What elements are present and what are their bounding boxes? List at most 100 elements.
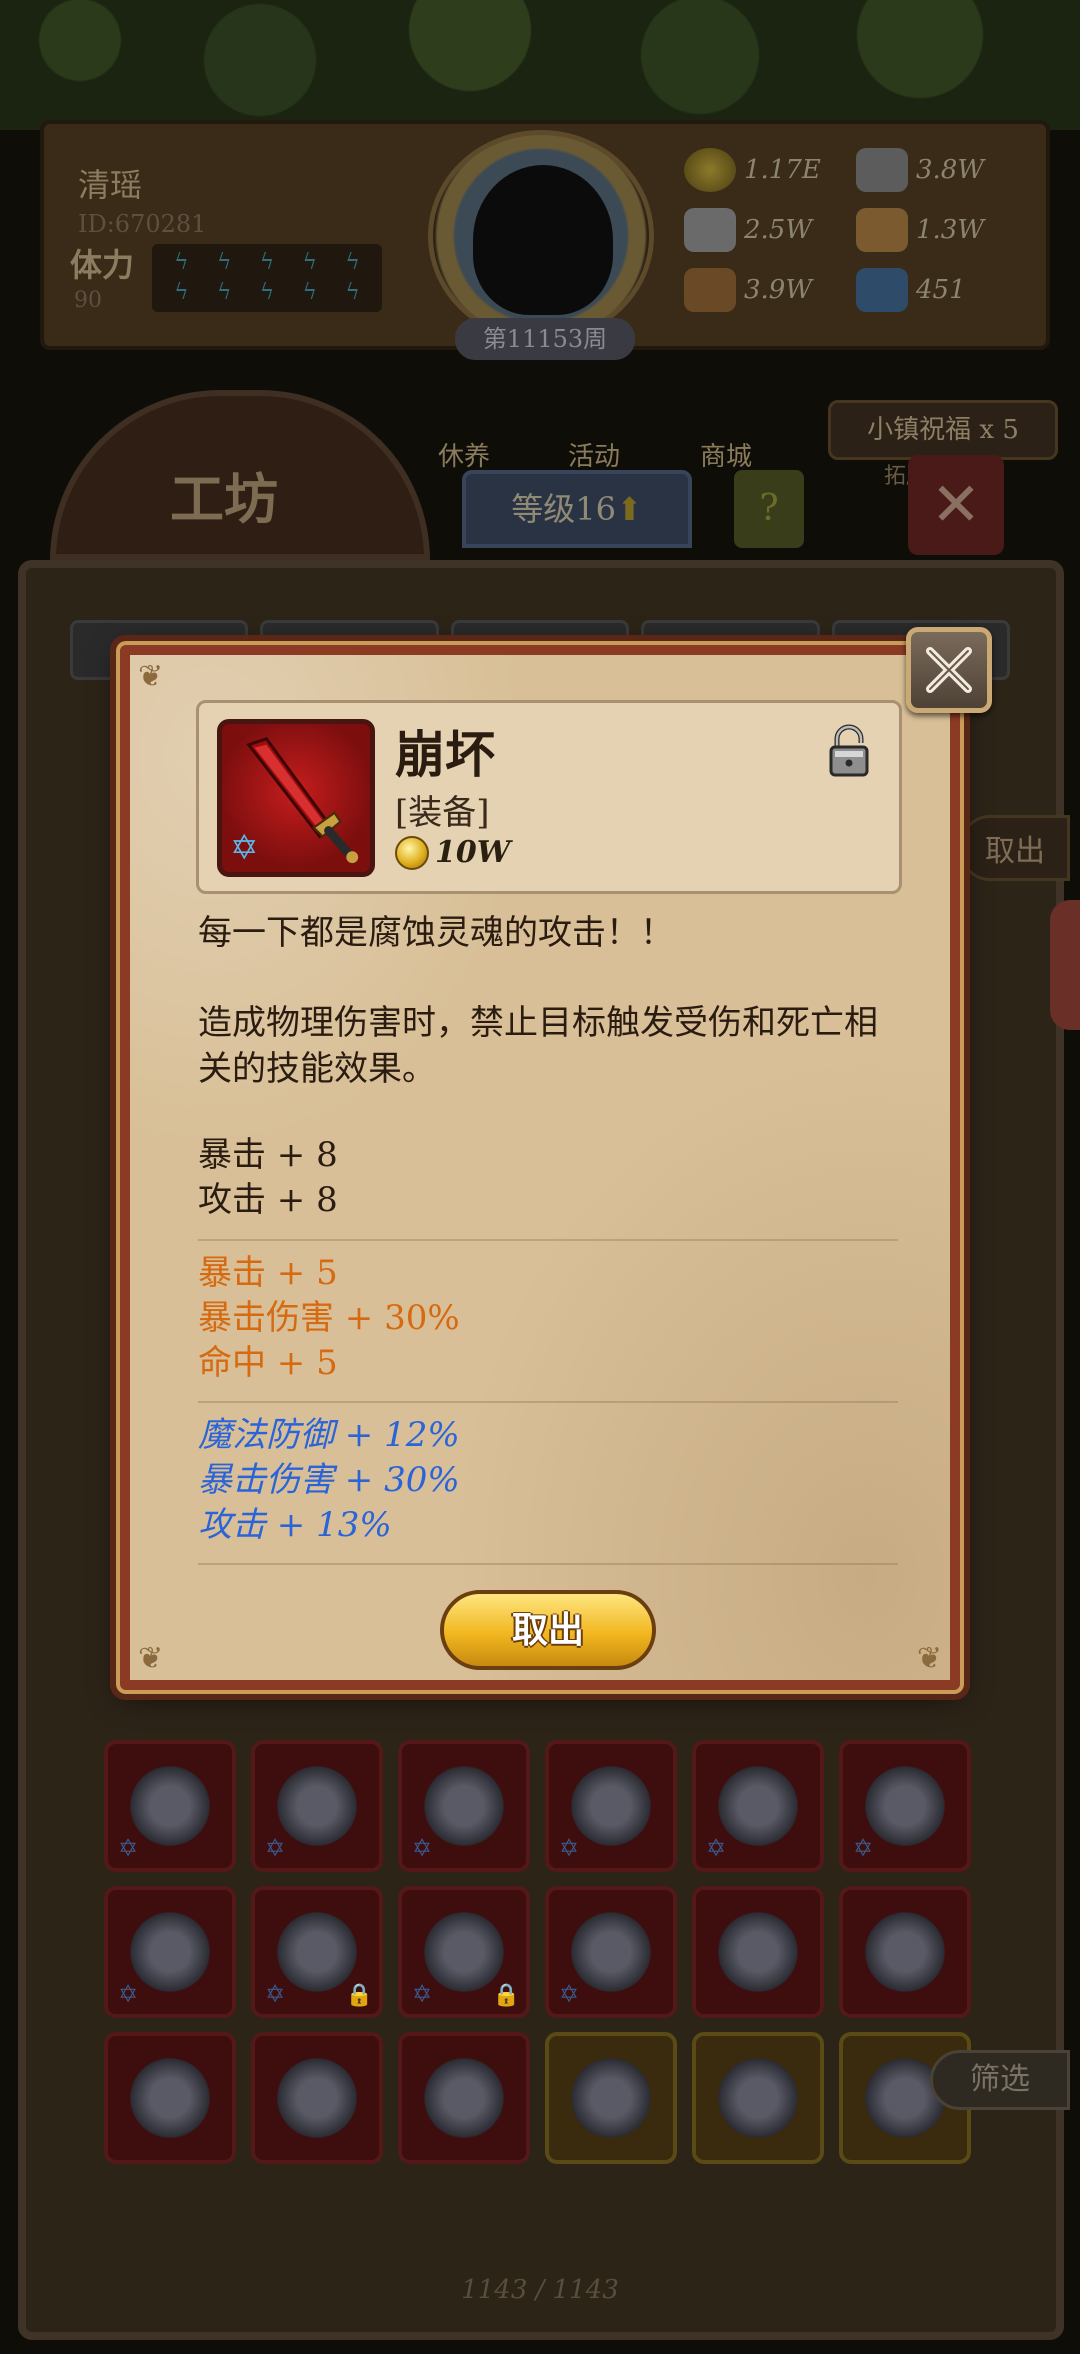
resource-value: 3.9W xyxy=(744,275,813,305)
town-blessing[interactable]: 小镇祝福 x 5 xyxy=(828,400,1058,460)
star-icon: ✡ xyxy=(265,1834,286,1862)
item-flavor-text: 每一下都是腐蚀灵魂的攻击！！ xyxy=(198,913,674,953)
player-name: 清瑶 xyxy=(78,166,143,204)
resource-value: 1.3W xyxy=(916,215,985,245)
star-icon: ✡ xyxy=(118,1980,139,2008)
nav-shop[interactable]: 商城 xyxy=(700,436,752,473)
resource-iron[interactable]: 3.8W xyxy=(856,148,984,192)
inventory-slot[interactable] xyxy=(692,2032,824,2164)
inventory-slot[interactable] xyxy=(692,1886,824,2018)
lock-icon: 🔒 xyxy=(492,1983,520,2008)
inventory-grid: ✡ ✡ ✡ ✡ ✡ ✡ ✡ ✡ 🔒 ✡ 🔒 ✡ xyxy=(104,1740,984,2164)
item-name: 崩坏 xyxy=(395,725,495,784)
stat-line-magic: 攻击 + 13% xyxy=(198,1505,392,1545)
player-id: ID:670281 xyxy=(78,210,207,238)
stat-line-bonus: 暴击 + 5 xyxy=(198,1253,338,1293)
arrow-up-icon: ⬆ xyxy=(615,490,643,528)
inventory-slot[interactable]: ✡ xyxy=(398,1740,530,1872)
inventory-slot[interactable] xyxy=(104,2032,236,2164)
inventory-slot[interactable] xyxy=(251,2032,383,2164)
stat-line-magic: 魔法防御 + 12% xyxy=(198,1415,460,1455)
take-out-button[interactable]: 取出 xyxy=(440,1590,656,1670)
corner-ornament: ❦ xyxy=(138,1641,164,1676)
avatar-silhouette xyxy=(473,165,613,315)
star-icon: ✡ xyxy=(230,828,259,868)
level-tab[interactable]: 等级16⬆ xyxy=(462,470,692,548)
inventory-slot[interactable]: ✡ 🔒 xyxy=(251,1886,383,2018)
week-badge: 第11153周 xyxy=(455,318,635,360)
lightning-icon: ϟ xyxy=(216,280,232,305)
resource-stone[interactable]: 2.5W xyxy=(684,208,812,252)
divider xyxy=(198,1239,898,1241)
inventory-slot[interactable] xyxy=(545,2032,677,2164)
inventory-slot[interactable]: ✡ 🔒 xyxy=(398,1886,530,2018)
inventory-slot[interactable]: ✡ xyxy=(692,1740,824,1872)
divider xyxy=(198,1401,898,1403)
stat-line: 暴击 + 8 xyxy=(198,1135,338,1175)
lightning-icon: ϟ xyxy=(345,280,360,305)
star-icon: ✡ xyxy=(412,1834,433,1862)
star-icon: ✡ xyxy=(559,1980,580,2008)
modal-close-button[interactable] xyxy=(906,627,992,713)
resource-gold[interactable]: 1.17E xyxy=(684,148,821,192)
star-icon: ✡ xyxy=(853,1834,874,1862)
resource-crystal[interactable]: 451 xyxy=(856,268,966,312)
resource-value: 451 xyxy=(916,275,966,305)
help-button[interactable]: ? xyxy=(734,470,804,548)
boots-icon xyxy=(565,2052,657,2144)
filter-button[interactable]: 筛选 xyxy=(930,2050,1070,2110)
stone-icon xyxy=(684,208,736,252)
inventory-slot[interactable]: ✡ xyxy=(251,1740,383,1872)
inventory-slot[interactable]: ✡ xyxy=(545,1886,677,2018)
stamina-value: 90 xyxy=(74,288,102,313)
resource-value: 2.5W xyxy=(744,215,813,245)
star-icon: ✡ xyxy=(412,1980,433,2008)
lightning-icon: ϟ xyxy=(174,250,189,275)
crossed-swords-icon xyxy=(926,647,972,693)
lightning-icon: ϟ xyxy=(216,250,232,275)
star-icon: ✡ xyxy=(265,1980,286,2008)
item-price: 10W xyxy=(395,835,510,870)
side-pill[interactable] xyxy=(1050,900,1080,1030)
blessing-label: 小镇祝福 x 5 xyxy=(867,415,1019,445)
stamina-bar: ϟ ϟ ϟ ϟ ϟ ϟ ϟ ϟ ϟ ϟ xyxy=(152,244,382,312)
inventory-slot[interactable]: ✡ xyxy=(545,1740,677,1872)
golden-gauntlet-icon xyxy=(418,2052,510,2144)
avatar[interactable] xyxy=(428,130,654,342)
stamina-label: 体力 xyxy=(70,246,135,284)
star-icon: ✡ xyxy=(706,1834,727,1862)
item-type: [装备] xyxy=(395,793,490,833)
resource-value: 1.17E xyxy=(744,155,821,185)
item-effect-text: 造成物理伤害时，禁止目标触发受伤和死亡相关的技能效果。 xyxy=(198,1003,878,1089)
inventory-slot[interactable] xyxy=(398,2032,530,2164)
resource-wood[interactable]: 3.9W xyxy=(684,268,812,312)
corner-ornament: ❦ xyxy=(916,1641,942,1676)
stat-line-bonus: 暴击伤害 + 30% xyxy=(198,1298,460,1338)
inventory-slot[interactable]: ✡ xyxy=(839,1740,971,1872)
close-icon[interactable]: ✕ xyxy=(908,455,1004,555)
nav-activity[interactable]: 活动 xyxy=(568,436,620,473)
gold-coin-icon xyxy=(684,148,736,192)
crystal-ring-icon xyxy=(271,2052,363,2144)
inventory-slot[interactable]: ✡ xyxy=(104,1886,236,2018)
star-icon: ✡ xyxy=(118,1834,139,1862)
stat-line-bonus: 命中 + 5 xyxy=(198,1343,338,1383)
padlock-icon[interactable] xyxy=(827,723,871,779)
gold-coin-icon xyxy=(395,835,429,870)
item-header-card: ✡ 崩坏 [装备] 10W xyxy=(196,700,902,894)
side-take-button[interactable]: 取出 xyxy=(960,815,1070,881)
helmet-icon xyxy=(124,2052,216,2144)
stat-line-magic: 暴击伤害 + 30% xyxy=(198,1460,460,1500)
lightning-icon: ϟ xyxy=(302,280,318,305)
resource-value: 3.8W xyxy=(916,155,985,185)
stat-line: 攻击 + 8 xyxy=(198,1180,338,1220)
star-icon: ✡ xyxy=(559,1834,580,1862)
divider xyxy=(198,1563,898,1565)
inventory-slot[interactable] xyxy=(839,1886,971,2018)
iron-ingot-icon xyxy=(856,148,908,192)
price-value: 10W xyxy=(435,835,511,870)
inventory-slot[interactable]: ✡ xyxy=(104,1740,236,1872)
resource-cloth[interactable]: 1.3W xyxy=(856,208,984,252)
crystal-icon xyxy=(856,268,908,312)
nav-rest[interactable]: 休养 xyxy=(438,436,490,473)
